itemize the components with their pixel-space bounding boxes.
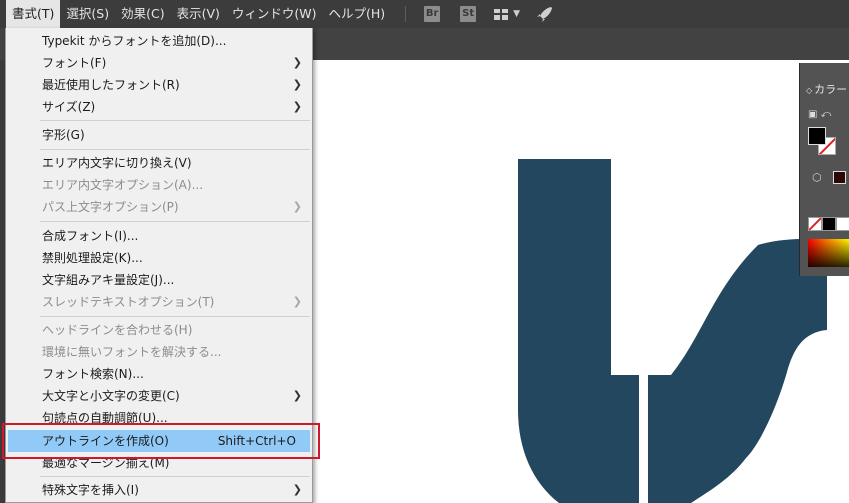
rocket-icon[interactable] bbox=[536, 5, 554, 23]
menu-item-find-font[interactable]: フォント検索(N)... bbox=[8, 363, 310, 385]
menu-item-fit-headline[interactable]: ヘッドラインを合わせる(H) bbox=[8, 319, 310, 341]
menu-window[interactable]: ウィンドウ(W) bbox=[226, 0, 323, 28]
menu-view[interactable]: 表示(V) bbox=[171, 0, 226, 28]
white-swatch[interactable] bbox=[836, 217, 849, 231]
black-swatch[interactable] bbox=[822, 217, 836, 231]
menu-item-mojikumi[interactable]: 文字組みアキ量設定(J)... bbox=[8, 269, 310, 291]
logo-right-shape bbox=[671, 238, 827, 503]
chevron-down-icon: ▼ bbox=[513, 9, 521, 19]
workspace-switcher[interactable]: ▼ bbox=[494, 8, 521, 20]
logo-artwork[interactable] bbox=[311, 60, 849, 503]
menu-item-type-on-path-options[interactable]: パス上文字オプション(P) ❯ bbox=[8, 196, 310, 218]
menu-item-label: エリア内文字に切り換え(V) bbox=[42, 156, 192, 170]
menu-item-composite-fonts[interactable]: 合成フォント(I)... bbox=[8, 225, 310, 247]
menu-item-label: サイズ(Z) bbox=[42, 100, 96, 114]
menu-separator bbox=[40, 316, 310, 317]
menu-item-label: 合成フォント(I)... bbox=[42, 229, 139, 243]
menu-separator bbox=[40, 149, 310, 150]
out-of-gamut-icon[interactable]: ⬡ bbox=[812, 171, 822, 184]
menubar-divider bbox=[405, 6, 407, 22]
menu-item-area-type-toggle[interactable]: エリア内文字に切り換え(V) bbox=[8, 152, 310, 174]
chevron-right-icon: ❯ bbox=[292, 100, 302, 113]
menu-item-label: 環境に無いフォントを解決する... bbox=[42, 345, 222, 359]
menu-item-threaded-text[interactable]: スレッドテキストオプション(T) ❯ bbox=[8, 291, 310, 313]
menu-item-kinsoku[interactable]: 禁則処理設定(K)... bbox=[8, 247, 310, 269]
menu-item-typekit[interactable]: Typekit からフォントを追加(D)... bbox=[8, 30, 310, 52]
menu-item-label: Typekit からフォントを追加(D)... bbox=[42, 34, 227, 48]
menu-help[interactable]: ヘルプ(H) bbox=[323, 0, 392, 28]
color-panel-header[interactable]: ◇ カラー bbox=[800, 63, 849, 97]
menu-item-label: フォント(F) bbox=[42, 56, 107, 70]
menu-item-glyphs[interactable]: 字形(G) bbox=[8, 124, 310, 146]
chevron-right-icon: ❯ bbox=[292, 483, 302, 496]
menu-type[interactable]: 書式(T) bbox=[6, 0, 61, 28]
menu-select[interactable]: 選択(S) bbox=[60, 0, 115, 28]
workspace-grid-icon bbox=[494, 8, 509, 20]
menu-item-label: 禁則処理設定(K)... bbox=[42, 251, 143, 265]
menu-item-size[interactable]: サイズ(Z) ❯ bbox=[8, 96, 310, 118]
chevron-right-icon: ❯ bbox=[292, 295, 302, 308]
menu-item-label: 大文字と小文字の変更(C) bbox=[42, 389, 180, 403]
menu-separator bbox=[40, 221, 310, 222]
menu-item-label: 文字組みアキ量設定(J)... bbox=[42, 273, 175, 287]
bridge-icon[interactable]: Br bbox=[424, 6, 441, 22]
none-swatch[interactable] bbox=[808, 217, 822, 231]
menu-item-recent-fonts[interactable]: 最近使用したフォント(R) ❯ bbox=[8, 74, 310, 96]
fill-stroke-control[interactable] bbox=[808, 127, 838, 157]
menu-item-insert-special-char[interactable]: 特殊文字を挿入(I) ❯ bbox=[8, 479, 310, 501]
menu-separator bbox=[40, 120, 310, 121]
chevron-right-icon: ❯ bbox=[292, 389, 302, 402]
menu-item-label: パス上文字オプション(P) bbox=[42, 200, 179, 214]
highlight-annotation bbox=[2, 423, 320, 459]
menu-item-label: エリア内文字オプション(A)... bbox=[42, 178, 204, 192]
menu-separator bbox=[40, 476, 310, 477]
last-color-swatch[interactable] bbox=[833, 171, 846, 184]
menu-item-label: 特殊文字を挿入(I) bbox=[42, 483, 139, 497]
logo-left-shape bbox=[518, 159, 639, 503]
logo-right-stem bbox=[648, 375, 671, 503]
chevron-right-icon: ❯ bbox=[292, 200, 302, 213]
fill-swatch[interactable] bbox=[808, 127, 826, 145]
color-panel: ◇ カラー ▣ ⤺ ⬡ bbox=[799, 63, 849, 276]
swatch-row bbox=[808, 217, 849, 231]
artboard[interactable] bbox=[311, 60, 849, 503]
stock-icon[interactable]: St bbox=[460, 6, 477, 22]
menu-item-label: スレッドテキストオプション(T) bbox=[42, 295, 215, 309]
color-spectrum[interactable] bbox=[808, 239, 849, 267]
chevron-right-icon: ❯ bbox=[292, 78, 302, 91]
menu-item-label: 字形(G) bbox=[42, 128, 85, 142]
menu-item-area-type-options[interactable]: エリア内文字オプション(A)... bbox=[8, 174, 310, 196]
menu-item-label: ヘッドラインを合わせる(H) bbox=[42, 323, 193, 337]
panel-toggle-icon[interactable]: ◇ bbox=[806, 86, 812, 95]
menu-item-change-case[interactable]: 大文字と小文字の変更(C) ❯ bbox=[8, 385, 310, 407]
default-colors-icon[interactable]: ▣ ⤺ bbox=[808, 109, 831, 120]
menu-item-font[interactable]: フォント(F) ❯ bbox=[8, 52, 310, 74]
color-panel-title: カラー bbox=[814, 83, 848, 96]
menu-item-resolve-missing-fonts[interactable]: 環境に無いフォントを解決する... bbox=[8, 341, 310, 363]
chevron-right-icon: ❯ bbox=[292, 56, 302, 69]
menu-item-label: 最近使用したフォント(R) bbox=[42, 78, 180, 92]
menu-bar: 書式(T) 選択(S) 効果(C) 表示(V) ウィンドウ(W) ヘルプ(H) … bbox=[0, 0, 849, 28]
menu-effect[interactable]: 効果(C) bbox=[115, 0, 170, 28]
menu-item-label: フォント検索(N)... bbox=[42, 367, 144, 381]
